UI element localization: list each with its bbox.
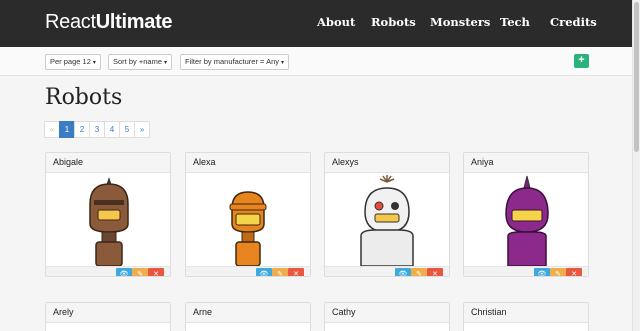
close-icon[interactable]: ✕ xyxy=(148,268,164,276)
edit-icon[interactable]: ✎ xyxy=(272,268,288,276)
per-page-dropdown[interactable]: Per page 12 ▾ xyxy=(45,54,101,70)
nav-link-credits[interactable]: Credits xyxy=(550,15,597,29)
robot-card-name[interactable]: Christian xyxy=(464,303,588,323)
robot-card: Abigale 👁 ✎ ✕ xyxy=(45,152,171,277)
robot-card-name[interactable]: Alexys xyxy=(325,153,449,173)
caret-down-icon: ▾ xyxy=(92,60,96,66)
brand-suffix: Ultimate xyxy=(95,11,173,33)
pagination-page-4[interactable]: 4 xyxy=(104,121,120,138)
add-robot-button[interactable]: + xyxy=(574,54,589,68)
nav-link-tech[interactable]: Tech xyxy=(500,15,530,29)
edit-icon[interactable]: ✎ xyxy=(132,268,148,276)
pagination-page-3[interactable]: 3 xyxy=(89,121,105,138)
sort-dropdown[interactable]: Sort by +name ▾ xyxy=(108,54,172,70)
edit-icon[interactable]: ✎ xyxy=(411,268,427,276)
caret-down-icon: ▾ xyxy=(281,60,285,66)
caret-down-icon: ▾ xyxy=(163,60,167,66)
robot-card-actions: 👁 ✎ ✕ xyxy=(325,266,449,276)
pagination-prev[interactable]: « xyxy=(44,121,60,138)
robot-card-name[interactable]: Arne xyxy=(186,303,310,323)
robot-image[interactable] xyxy=(325,174,449,267)
robot-card-name[interactable]: Abigale xyxy=(46,153,170,173)
sort-label: Sort by +name xyxy=(113,57,162,66)
robot-card: Arne xyxy=(185,302,311,331)
filter-label: Filter by manufacturer = Any xyxy=(185,57,279,66)
robot-image[interactable] xyxy=(186,174,310,267)
robot-card-actions: 👁 ✎ ✕ xyxy=(464,266,588,276)
scrollbar[interactable] xyxy=(632,0,640,331)
robot-image[interactable] xyxy=(46,174,170,267)
robot-card: Cathy xyxy=(324,302,450,331)
robot-card-name[interactable]: Arely xyxy=(46,303,170,323)
robot-card: Alexys 👁 ✎ ✕ xyxy=(324,152,450,277)
robot-card: Christian xyxy=(463,302,589,331)
close-icon[interactable]: ✕ xyxy=(288,268,304,276)
page-title: Robots xyxy=(45,85,123,110)
robot-card-actions: 👁 ✎ ✕ xyxy=(186,266,310,276)
brand-logo[interactable]: ReactUltimate xyxy=(45,11,173,34)
brand-prefix: React xyxy=(45,11,96,33)
robot-card: Aniya 👁 ✎ ✕ xyxy=(463,152,589,277)
eye-icon[interactable]: 👁 xyxy=(395,268,411,276)
pagination-page-5[interactable]: 5 xyxy=(119,121,135,138)
per-page-label: Per page 12 xyxy=(50,57,91,66)
pagination: « 1 2 3 4 5 » xyxy=(44,121,150,138)
robot-card: Arely xyxy=(45,302,171,331)
pagination-page-1[interactable]: 1 xyxy=(59,121,75,138)
nav-link-monsters[interactable]: Monsters xyxy=(430,15,490,29)
nav-link-about[interactable]: About xyxy=(317,15,355,29)
scrollbar-thumb[interactable] xyxy=(634,2,639,152)
robot-card-name[interactable]: Alexa xyxy=(186,153,310,173)
navbar: ReactUltimate About Robots Monsters Tech… xyxy=(0,0,632,47)
close-icon[interactable]: ✕ xyxy=(427,268,443,276)
edit-icon[interactable]: ✎ xyxy=(550,268,566,276)
nav-link-robots[interactable]: Robots xyxy=(371,15,416,29)
robot-image[interactable] xyxy=(464,174,588,267)
close-icon[interactable]: ✕ xyxy=(566,268,582,276)
pagination-page-2[interactable]: 2 xyxy=(74,121,90,138)
robot-card-name[interactable]: Cathy xyxy=(325,303,449,323)
filter-dropdown[interactable]: Filter by manufacturer = Any ▾ xyxy=(180,54,290,70)
robot-card: Alexa 👁 ✎ ✕ xyxy=(185,152,311,277)
toolbar: Per page 12 ▾ Sort by +name ▾ Filter by ma… xyxy=(0,47,632,76)
pagination-next[interactable]: » xyxy=(134,121,150,138)
eye-icon[interactable]: 👁 xyxy=(256,268,272,276)
eye-icon[interactable]: 👁 xyxy=(116,268,132,276)
robot-card-actions: 👁 ✎ ✕ xyxy=(46,266,170,276)
robot-card-name[interactable]: Aniya xyxy=(464,153,588,173)
eye-icon[interactable]: 👁 xyxy=(534,268,550,276)
